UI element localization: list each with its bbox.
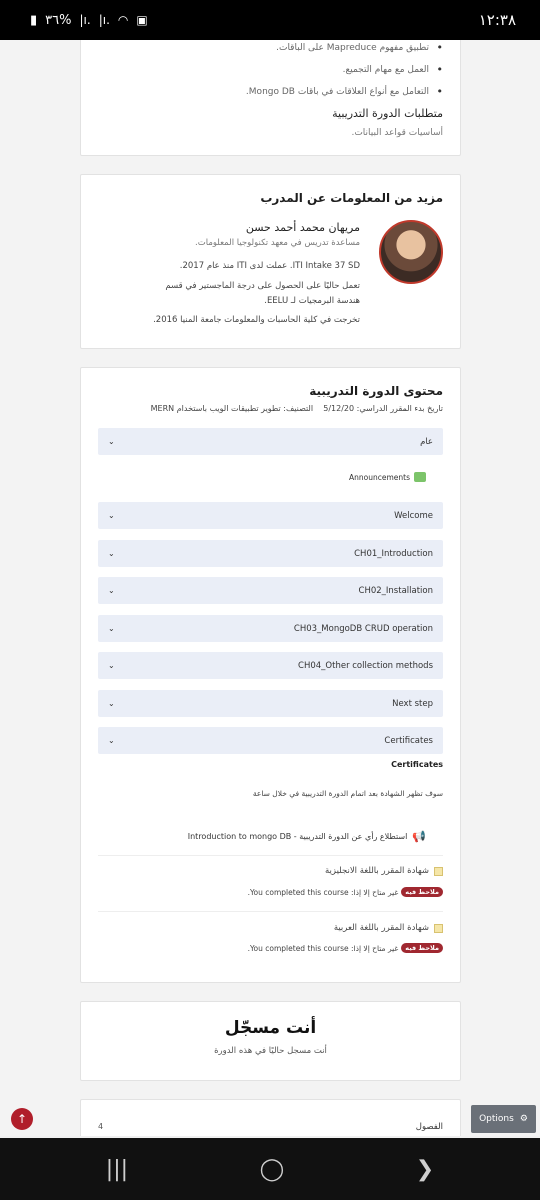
megaphone-icon: 📢 [412, 830, 426, 843]
list-item: العمل مع مهام التجميع. [98, 62, 443, 78]
system-nav-bar: ||| ◯ ❯ [0, 1138, 540, 1200]
stats-value: 4 [98, 1122, 104, 1131]
accordion-label: عام [420, 436, 433, 447]
instructor-name: مريهان محمد أحمد حسن [245, 221, 360, 234]
requirements-text: أساسيات قواعد البيانات. [351, 128, 443, 138]
gear-icon: ⚙ [519, 1114, 528, 1124]
list-item: التعامل مع أنواع العلاقات في باقات Mongo… [98, 84, 443, 100]
list-item: تطبيق مفهوم Mapreduce على الباقات. [98, 40, 443, 56]
wifi-icon: ◠ [117, 13, 129, 27]
objectives-list: تطبيق مفهوم Mapreduce على الباقات. العمل… [98, 40, 443, 100]
course-content-card: محتوى الدورة التدريبية تاريخ بدء المقرر … [80, 367, 461, 983]
certificates-note: سوف تظهر الشهادة بعد اتمام الدورة التدري… [252, 789, 443, 798]
accordion-section[interactable]: CH03_MongoDB CRUD operation ⌄ [98, 615, 443, 642]
chevron-down-icon: ⌄ [108, 736, 115, 745]
status-badge: ملاحظ فيه [401, 943, 443, 953]
accordion-section[interactable]: CH02_Installation ⌄ [98, 577, 443, 604]
signal-icon-2: |ı. [98, 13, 110, 27]
divider [98, 855, 443, 856]
home-icon[interactable]: ◯ [260, 1157, 285, 1182]
certificate-icon [434, 923, 443, 933]
certificate-item[interactable]: شهادة المقرر باللغة العربية [334, 923, 443, 933]
forum-icon [414, 472, 426, 482]
enrolled-text: أنت مسجل حاليًا في هذه الدورة [214, 1046, 327, 1056]
options-button[interactable]: Options ⚙ [471, 1105, 536, 1133]
accordion-general[interactable]: عام ⌄ [98, 428, 443, 455]
objectives-card: تطبيق مفهوم Mapreduce على الباقات. العمل… [80, 40, 461, 156]
accordion-section[interactable]: Welcome ⌄ [98, 502, 443, 529]
notification-icon: ▣ [136, 13, 148, 27]
content-title: محتوى الدورة التدريبية [309, 384, 443, 398]
battery-level: ٣٦% [45, 12, 72, 28]
chevron-down-icon: ⌄ [108, 549, 115, 558]
back-to-top-button[interactable]: ↑ [11, 1108, 33, 1130]
accordion-section[interactable]: CH04_Other collection methods ⌄ [98, 652, 443, 679]
certificate-item[interactable]: شهادة المقرر باللغة الانجليزية [325, 866, 443, 876]
arrow-up-icon: ↑ [16, 1112, 28, 1126]
accordion-section[interactable]: Next step ⌄ [98, 690, 443, 717]
recent-apps-icon[interactable]: ||| [106, 1157, 128, 1182]
announcements-link[interactable]: Announcements [349, 472, 426, 482]
chevron-down-icon: ⌄ [108, 437, 115, 446]
instructor-title: مزيد من المعلومات عن المدرب [260, 191, 443, 205]
chevron-down-icon: ⌄ [108, 586, 115, 595]
requirements-title: متطلبات الدورة التدريبية [332, 107, 443, 120]
instructor-card: مزيد من المعلومات عن المدرب مريهان محمد … [80, 174, 461, 349]
certificate-restriction: ملاحظ فيه غير متاح إلا إذا: You complete… [248, 887, 443, 897]
instructor-role: مساعدة تدريس في معهد تكنولوجيا المعلومات… [195, 238, 360, 248]
course-meta: تاريخ بدء المقرر الدراسي: 5/12/20 التصني… [150, 404, 443, 413]
status-bar: ▮ ٣٦% |ı. |ı. ◠ ▣ ١٢:٣٨ [0, 0, 540, 40]
page-scroll[interactable]: تطبيق مفهوم Mapreduce على الباقات. العمل… [0, 40, 540, 1136]
instructor-bio-1: ITI Intake 37 SD. عملت لدى ITI منذ عام 2… [179, 261, 360, 271]
enrolled-title: أنت مسجّل [224, 1018, 317, 1038]
enrolled-card: أنت مسجّل أنت مسجل حاليًا في هذه الدورة [80, 1001, 461, 1081]
signal-icon: |ı. [79, 13, 91, 27]
survey-link[interactable]: 📢 استطلاع رأي عن الدورة التدريبية - Intr… [188, 830, 426, 843]
chevron-down-icon: ⌄ [108, 661, 115, 670]
instructor-avatar [379, 220, 443, 284]
chevron-down-icon: ⌄ [108, 624, 115, 633]
certificate-restriction: ملاحظ فيه غير متاح إلا إذا: You complete… [248, 943, 443, 953]
stats-card: الفصول 4 [80, 1099, 461, 1136]
accordion-section[interactable]: Certificates ⌄ [98, 727, 443, 754]
chevron-down-icon: ⌄ [108, 511, 115, 520]
clock: ١٢:٣٨ [478, 11, 516, 29]
certificate-icon [434, 866, 443, 876]
back-icon[interactable]: ❯ [416, 1157, 434, 1182]
battery-icon: ▮ [30, 12, 38, 28]
divider [98, 911, 443, 912]
instructor-bio-2: تعمل حاليًا على الحصول على درجة الماجستي… [165, 281, 360, 306]
status-badge: ملاحظ فيه [401, 887, 443, 897]
chevron-down-icon: ⌄ [108, 699, 115, 708]
accordion-section[interactable]: CH01_Introduction ⌄ [98, 540, 443, 567]
stats-label: الفصول [415, 1122, 443, 1132]
status-icons: ▮ ٣٦% |ı. |ı. ◠ ▣ [30, 13, 148, 28]
instructor-bio-3: تخرجت في كلية الحاسبات والمعلومات جامعة … [153, 315, 360, 325]
certificates-heading: Certificates [391, 760, 443, 769]
